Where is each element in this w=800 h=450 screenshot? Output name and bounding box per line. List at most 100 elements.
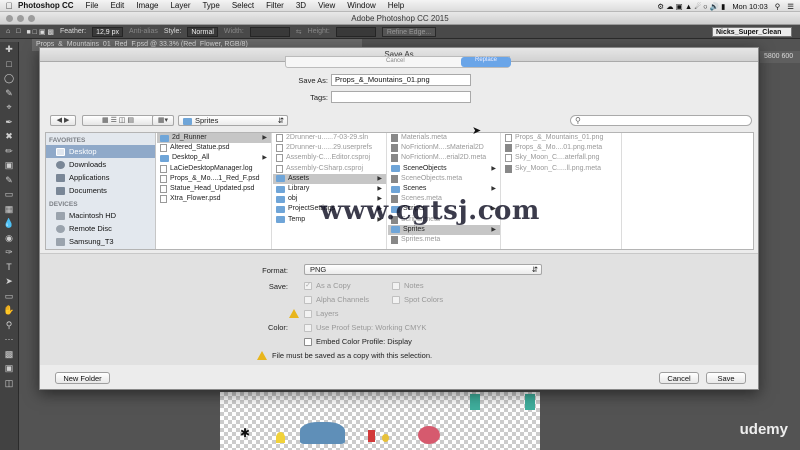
menu-select[interactable]: Select [232, 1, 254, 10]
back-forward-buttons[interactable]: ◀ ▶ [50, 115, 76, 126]
screen-mode-icon[interactable]: ◫ [0, 376, 18, 391]
as-a-copy-checkbox[interactable]: ✓ As a Copy [304, 281, 351, 290]
use-proof-setup-checkbox[interactable]: Use Proof Setup: Working CMYK [304, 323, 426, 332]
path-select-tool-icon[interactable]: ➤ [0, 274, 18, 289]
crop-tool-icon[interactable]: ⌖ [0, 100, 18, 115]
selection-mode-icons[interactable]: ■ □ ▣ ▩ [26, 28, 54, 36]
list-item[interactable]: LaCieDesktopManager.log [157, 164, 271, 174]
hand-tool-icon[interactable]: ✋ [0, 303, 18, 318]
menu-3d[interactable]: 3D [296, 1, 306, 10]
format-select[interactable]: PNG ⇵ [304, 264, 542, 275]
search-input[interactable]: ⚲ [570, 115, 752, 126]
list-item[interactable]: Props_&_Mountains_01.png [502, 133, 621, 143]
sidebar-item-samsung-t3[interactable]: Samsung_T3 [46, 235, 155, 248]
list-item[interactable]: Library ▶ [273, 184, 386, 194]
menu-view[interactable]: View [318, 1, 335, 10]
list-item[interactable]: Statue_Head_Updated.psd [157, 184, 271, 194]
sidebar-item-documents[interactable]: Documents [46, 184, 155, 197]
list-item[interactable]: Assembly-CSharp.csproj [273, 164, 386, 174]
menu-filter[interactable]: Filter [266, 1, 284, 10]
height-input[interactable] [335, 26, 376, 37]
menu-image[interactable]: Image [136, 1, 158, 10]
list-item[interactable]: Sky_Moon_C.....ll.png.meta [502, 164, 621, 174]
color-swatches-icon[interactable]: ▩ [0, 347, 18, 362]
dodge-tool-icon[interactable]: ◉ [0, 231, 18, 246]
stamp-tool-icon[interactable]: ▣ [0, 158, 18, 173]
clock[interactable]: Mon 10:03 [732, 2, 767, 11]
apple-icon[interactable]:  [0, 1, 18, 11]
feather-input[interactable]: 12,9 px [92, 26, 124, 37]
list-item[interactable]: Props_&_Mo....01.png.meta [502, 143, 621, 153]
quick-mask-icon[interactable]: ▣ [0, 361, 18, 376]
style-select[interactable]: Normal [187, 26, 218, 37]
list-item[interactable]: Assembly-C....Editor.csproj [273, 153, 386, 163]
list-item[interactable]: Xtra_Flower.psd [157, 194, 271, 204]
width-input[interactable] [249, 26, 290, 37]
list-item[interactable]: SceneObjects ▶ [388, 164, 500, 174]
sidebar-item-macintosh-hd[interactable]: Macintosh HD [46, 209, 155, 222]
search-icon[interactable]: ⚲ [775, 2, 781, 11]
list-item[interactable]: Assets ▶ [273, 173, 386, 184]
sidebar-item-downloads[interactable]: Downloads [46, 158, 155, 171]
window-controls[interactable] [6, 15, 35, 22]
eraser-tool-icon[interactable]: ▭ [0, 187, 18, 202]
sidebar-item-applications[interactable]: Applications [46, 171, 155, 184]
blur-tool-icon[interactable]: 💧 [0, 216, 18, 231]
swap-icon[interactable]: ⇆ [296, 28, 302, 36]
alpha-channels-checkbox[interactable]: Alpha Channels [304, 295, 369, 304]
layers-checkbox[interactable]: Layers [304, 309, 339, 318]
refine-edge-button[interactable]: Refine Edge... [381, 26, 437, 37]
list-item[interactable]: Materials.meta [388, 133, 500, 143]
menu-window[interactable]: Window [347, 1, 375, 10]
spot-colors-checkbox[interactable]: Spot Colors [392, 295, 443, 304]
menu-help[interactable]: Help [388, 1, 404, 10]
eyedropper-tool-icon[interactable]: ✒ [0, 115, 18, 130]
sidebar-item-remote-disc[interactable]: Remote Disc [46, 222, 155, 235]
marquee-icon[interactable]: □ [16, 28, 20, 35]
document-canvas[interactable]: ✱ [220, 392, 540, 450]
type-tool-icon[interactable]: T [0, 260, 18, 275]
cancel-button[interactable]: Cancel [659, 372, 699, 384]
list-item[interactable]: NoFrictionM....erial2D.meta [388, 153, 500, 163]
menu-edit[interactable]: Edit [110, 1, 124, 10]
list-item[interactable]: Sprites ▶ [388, 224, 500, 235]
list-icon[interactable]: ☰ [787, 2, 794, 11]
history-brush-icon[interactable]: ✎ [0, 173, 18, 188]
status-icons[interactable]: ⚙ ☁ ▣ ▲ ☄ ○ 🔊 ▮ [657, 2, 725, 11]
antialias-checkbox[interactable]: Anti-alias [129, 28, 158, 35]
lasso-tool-icon[interactable]: ◯ [0, 71, 18, 86]
list-item[interactable]: Sky_Moon_C....aterfall.png [502, 153, 621, 163]
move-tool-icon[interactable]: ✚ [0, 42, 18, 57]
list-item[interactable]: Desktop_All ▶ [157, 153, 271, 163]
list-item[interactable]: 2Drunner-u......29.userprefs [273, 143, 386, 153]
list-item[interactable]: 2Drunner-u......7-03-29.sln [273, 133, 386, 143]
workspace-select[interactable]: Nicks_Super_Clean [712, 27, 792, 37]
save-button[interactable]: Save [706, 372, 746, 384]
zoom-tool-icon[interactable]: ⚲ [0, 318, 18, 333]
home-icon[interactable]: ⌂ [6, 28, 10, 35]
shape-tool-icon[interactable]: ▭ [0, 289, 18, 304]
list-item[interactable]: Sprites.meta [388, 235, 500, 245]
list-item[interactable]: SceneObjects.meta [388, 174, 500, 184]
brush-tool-icon[interactable]: ✏ [0, 144, 18, 159]
list-item[interactable]: Altered_Statue.psd [157, 143, 271, 153]
healing-tool-icon[interactable]: ✖ [0, 129, 18, 144]
quick-select-tool-icon[interactable]: ✎ [0, 86, 18, 101]
notes-checkbox[interactable]: Notes [392, 281, 424, 290]
gradient-tool-icon[interactable]: ▦ [0, 202, 18, 217]
more-tools-icon[interactable]: ⋯ [0, 332, 18, 347]
embed-color-profile-checkbox[interactable]: Embed Color Profile: Display [304, 337, 412, 346]
location-popup[interactable]: Sprites ⇵ [178, 115, 288, 126]
marquee-tool-icon[interactable]: □ [0, 57, 18, 72]
menu-file[interactable]: File [86, 1, 99, 10]
pen-tool-icon[interactable]: ✑ [0, 245, 18, 260]
menu-app-name[interactable]: Photoshop CC [18, 1, 74, 10]
view-mode-buttons[interactable]: ▦ ☰ ◫ ▤ [82, 115, 154, 126]
arrange-button[interactable]: ▦▾ [152, 115, 174, 126]
list-item[interactable]: 2d_Runner ▶ [157, 133, 271, 144]
list-item[interactable]: Props_&_Mo....1_Red_F.psd [157, 174, 271, 184]
save-as-field[interactable]: Props_&_Mountains_01.png [331, 74, 471, 86]
list-item[interactable]: NoFrictionM....sMaterial2D [388, 143, 500, 153]
tags-field[interactable] [331, 91, 471, 103]
new-folder-button[interactable]: New Folder [55, 372, 110, 384]
